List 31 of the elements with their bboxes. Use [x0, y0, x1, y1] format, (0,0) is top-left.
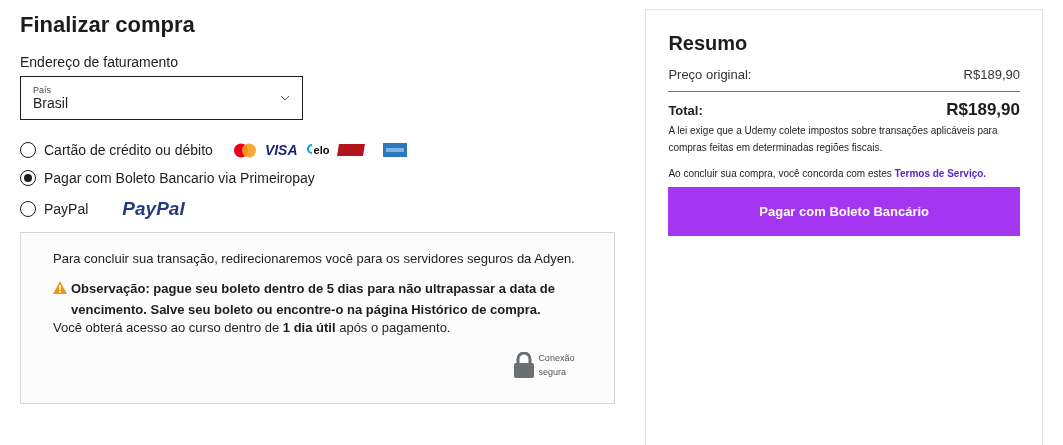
warning-icon	[53, 281, 67, 294]
warning-text: Observação: pague seu boleto dentro de 5 dias para não ultrapassar a data de vencimento. Salve seu boleto ou encontre-o na página Histórico de compra.	[71, 280, 557, 319]
redirect-text: Para concluir sua transação, redirecionaremos você para os servidores seguros da Adyen.	[53, 251, 576, 266]
country-select[interactable]: País Brasil	[20, 76, 303, 120]
chevron-down-icon	[280, 95, 290, 101]
paypal-logo: PayPal	[122, 198, 185, 220]
terms-text: Ao concluir sua compra, você concorda com estes Termos de Serviço.	[668, 168, 988, 179]
mastercard-icon	[232, 142, 257, 158]
radio-button[interactable]	[20, 170, 36, 186]
price-value: R$189,90	[963, 67, 1020, 82]
radio-button[interactable]	[20, 142, 36, 158]
lock-icon	[514, 352, 535, 378]
terms-link[interactable]: Termos de Serviço.	[894, 168, 987, 179]
option-label[interactable]: PayPal	[44, 201, 89, 217]
elo-logo: elo	[305, 144, 330, 156]
access-text: Você obterá acesso ao curso dentro de 1 dia útil após o pagamento.	[53, 320, 452, 335]
option-label[interactable]: Pagar com Boleto Bancario via Primeiropay	[44, 170, 315, 186]
total-label: Total:	[668, 103, 703, 118]
total-value: R$189,90	[946, 100, 1020, 120]
option-label[interactable]: Cartão de crédito ou débito	[44, 142, 213, 158]
page-title: Finalizar compra	[20, 12, 196, 38]
card-icon	[383, 143, 408, 157]
card-icon	[337, 144, 366, 156]
price-label: Preço original:	[668, 67, 752, 82]
pay-button[interactable]: Pagar com Boleto Bancário	[668, 187, 1020, 236]
tax-note: A lei exige que a Udemy colete impostos sobre transações aplicáveis para compras feitas em determinadas regiões fiscais.	[668, 124, 999, 155]
visa-logo: VISA	[264, 142, 298, 158]
summary-title: Resumo	[668, 32, 749, 55]
section-label: Endereço de faturamento	[20, 54, 179, 70]
secure-label: Conexão segura	[538, 352, 576, 379]
radio-button[interactable]	[20, 201, 36, 217]
